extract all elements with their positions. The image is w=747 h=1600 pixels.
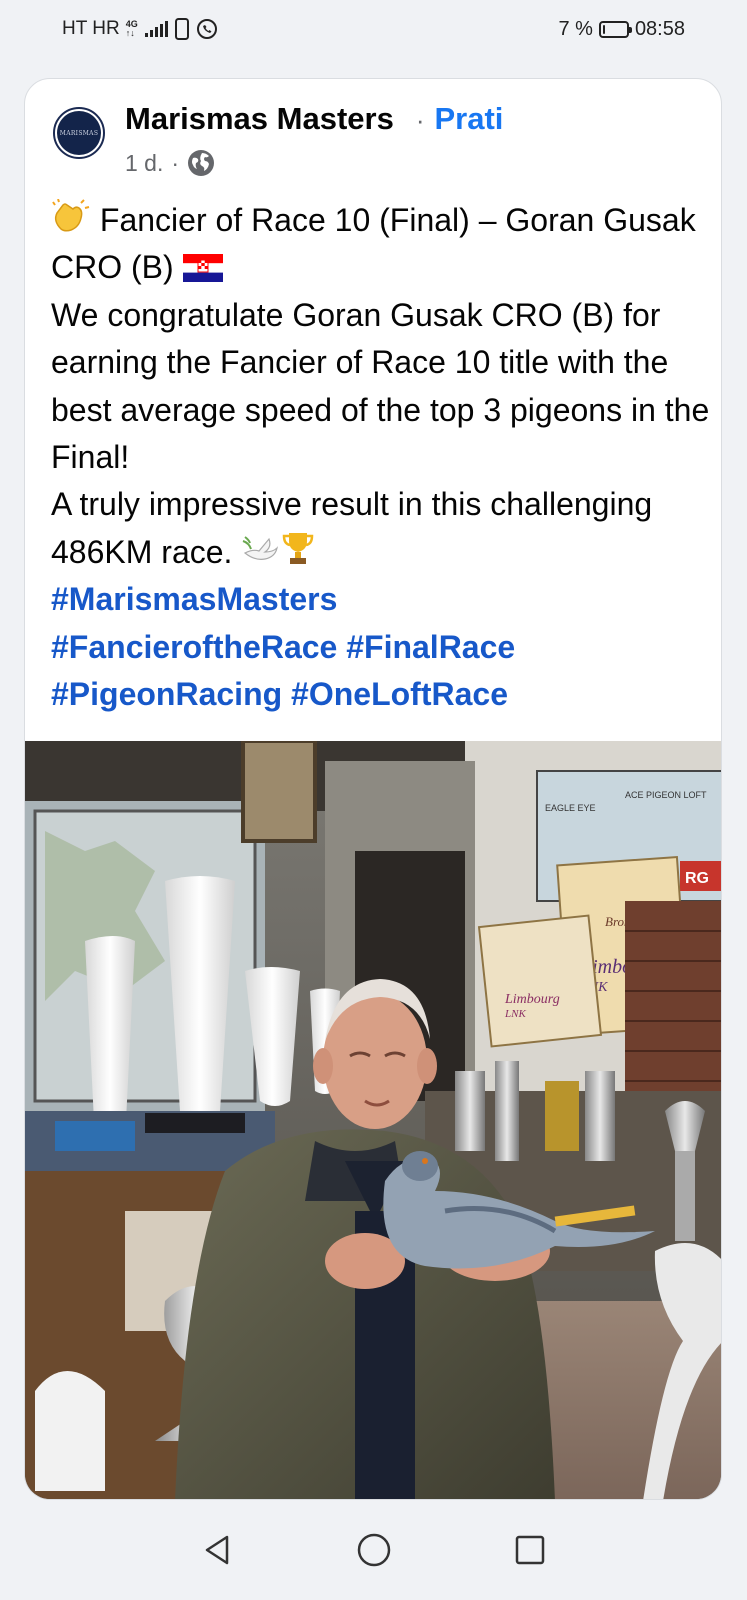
page-name-link[interactable]: Marismas Masters — [125, 101, 394, 137]
limbourg-small-sign: Limbourg — [504, 992, 560, 1007]
status-left: HT HR 4G ↑↓ — [62, 16, 218, 42]
hashtag-line-1: #MarismasMasters — [51, 576, 711, 623]
meta-separator: · — [171, 149, 180, 176]
hashtag-pigeonracing[interactable]: #PigeonRacing — [51, 676, 282, 712]
post-timestamp[interactable]: 1 d. — [125, 150, 163, 177]
viber-icon — [196, 19, 217, 39]
hashtag-finalrace[interactable]: #FinalRace — [346, 629, 515, 665]
signal-icon — [144, 21, 168, 37]
hashtag-line-2: #FancieroftheRace #FinalRace — [51, 624, 711, 671]
hashtag-onelofrace[interactable]: #OneLoftRace — [291, 676, 508, 712]
battery-percent: 7 % — [558, 17, 593, 40]
back-triangle-icon — [205, 1535, 228, 1565]
follow-button[interactable]: Prati — [435, 101, 504, 137]
post-body: Fancier of Race 10 (Final) – Goran Gusak… — [51, 197, 711, 718]
back-button[interactable] — [140, 1500, 296, 1600]
croatia-flag-icon — [182, 254, 223, 283]
eagle-eye-sign: EAGLE EYE — [545, 803, 596, 813]
post-card: MARISMAS Marismas Masters · Prati 1 d. ·… — [24, 78, 722, 1500]
hashtag-line-3: #PigeonRacing #OneLoftRace — [51, 671, 711, 718]
post-photo[interactable]: EAGLE EYE ACE PIGEON LOFT RG Bronzen Vle… — [25, 741, 721, 1499]
post-meta: 1 d. · — [125, 149, 215, 177]
avatar-logo: MARISMAS — [57, 111, 101, 155]
globe-icon — [188, 150, 215, 176]
home-circle-icon — [357, 1533, 390, 1567]
carrier-label: HT HR — [62, 18, 120, 39]
photo-scene: EAGLE EYE ACE PIGEON LOFT RG Bronzen Vle… — [25, 741, 721, 1499]
hashtag-fancieroftherace[interactable]: #FancieroftheRace — [51, 629, 337, 665]
status-right: 7 % 08:58 — [558, 16, 685, 42]
header-separator: · — [415, 105, 425, 135]
limbourg-small-sub-sign: LNK — [504, 1008, 526, 1020]
clock: 08:58 — [634, 17, 685, 40]
battery-icon — [598, 20, 632, 38]
page-avatar[interactable]: MARISMAS — [53, 107, 105, 159]
recents-button[interactable] — [452, 1500, 608, 1600]
home-button[interactable] — [296, 1500, 452, 1600]
post-paragraph-2: A truly impressive result in this challe… — [51, 486, 653, 570]
rg-sign: RG — [685, 870, 709, 887]
clapping-hands-icon — [52, 199, 90, 232]
vibrate-icon — [174, 18, 189, 40]
trophy-icon — [283, 532, 314, 564]
recents-square-icon — [515, 1535, 544, 1565]
network-type: 4G ↑↓ — [125, 19, 138, 38]
hashtag-marismasmasters[interactable]: #MarismasMasters — [51, 581, 337, 617]
post-paragraph-1: We congratulate Goran Gusak CRO (B) for … — [51, 296, 710, 476]
dove-icon — [242, 536, 279, 560]
post-title-line: Fancier of Race 10 (Final) – Goran Gusak… — [51, 197, 711, 292]
system-nav-bar — [0, 1500, 747, 1600]
post-header: Marismas Masters · Prati — [125, 101, 503, 137]
status-bar: HT HR 4G ↑↓ 7 % 08:58 — [0, 0, 747, 60]
ace-pigeon-loft-sign: ACE PIGEON LOFT — [625, 790, 707, 800]
